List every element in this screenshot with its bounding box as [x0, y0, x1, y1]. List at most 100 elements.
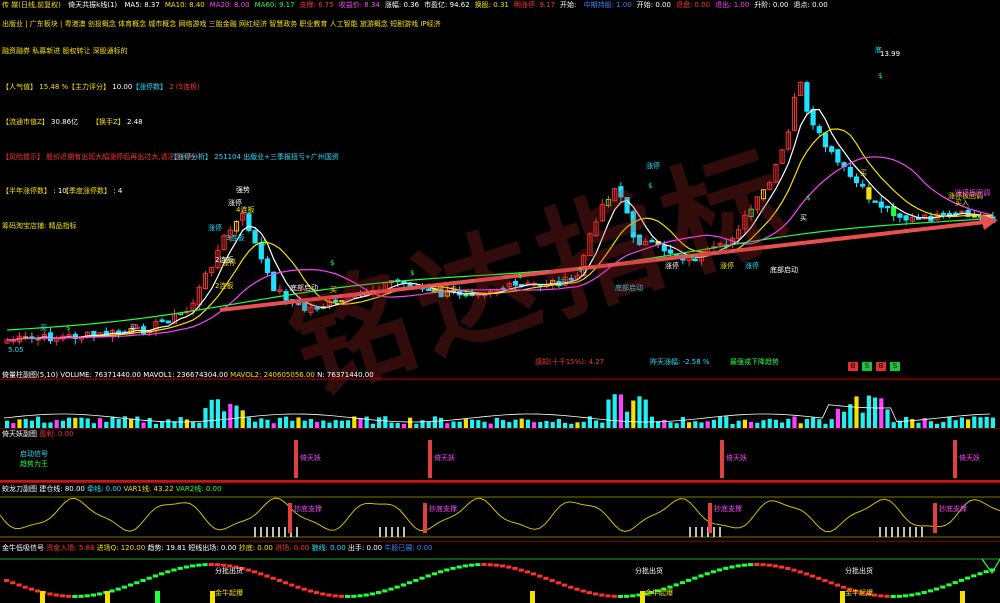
signal-button[interactable]: S	[890, 362, 900, 371]
volume-bar	[463, 419, 468, 428]
yitian-signal-bar	[953, 440, 957, 478]
gold-step	[202, 563, 208, 567]
gold-step	[16, 583, 22, 587]
gold-step	[810, 574, 816, 578]
gold-step	[549, 579, 555, 583]
volume-bar	[79, 417, 84, 428]
gold-step	[462, 564, 468, 568]
gold-step	[431, 572, 437, 576]
float-label: 【流通市值Z】	[2, 118, 49, 126]
volume-bar	[538, 422, 543, 428]
indicator-value: 中期持股: 1.00	[583, 1, 632, 9]
volume-bar	[153, 423, 158, 428]
gold-step	[562, 583, 568, 587]
gold-step	[723, 566, 729, 570]
volume-bar	[234, 405, 239, 428]
dollar-marker-icon: $	[878, 72, 882, 80]
volume-bar	[550, 421, 555, 428]
volume-bar	[792, 416, 797, 428]
volume-bar	[749, 422, 754, 428]
gold-step	[78, 594, 84, 598]
chart-tag: 买	[800, 214, 807, 222]
volume-bar	[959, 417, 964, 428]
candle-body	[246, 213, 252, 231]
volume-chart[interactable]	[0, 382, 1000, 428]
gold-step	[630, 594, 636, 598]
gold-step	[704, 572, 710, 576]
candle-body	[897, 213, 903, 218]
gold-step	[611, 594, 617, 598]
volume-bar	[625, 411, 630, 428]
gold-step	[493, 563, 499, 567]
gold-step	[270, 576, 276, 580]
gold-step	[586, 591, 592, 595]
gold-step	[673, 583, 679, 587]
volume-bar	[935, 423, 940, 428]
volume-bar	[191, 421, 196, 428]
volume-bar	[755, 422, 760, 428]
volume-bar	[426, 421, 431, 428]
signal-button[interactable]: S	[862, 362, 872, 371]
volume-bar	[401, 423, 406, 428]
gold-chart[interactable]: 分批出货金牛起爆 分批出货金牛起爆 分批出货金牛起爆	[0, 551, 1000, 603]
gold-step	[84, 594, 90, 598]
volume-bar	[711, 419, 716, 428]
main-score-label: 【主力评分】	[68, 83, 110, 91]
gold-step	[921, 591, 927, 595]
volume-bar	[637, 396, 642, 428]
gold-step	[779, 565, 785, 569]
bottom-left-stat: 感知(十千15%): 4.27	[535, 358, 605, 366]
gold-step	[314, 591, 320, 595]
gold-step	[624, 594, 630, 598]
chart-tag: 买	[130, 324, 137, 332]
gold-step	[717, 568, 723, 572]
yitian-chart[interactable]: 倚天妖 倚天妖 倚天妖 倚天妖	[0, 430, 1000, 482]
volume-bar	[978, 417, 983, 428]
gold-step	[165, 570, 171, 574]
gold-step	[785, 566, 791, 570]
volume-bar	[451, 421, 456, 428]
volume-panel-title[interactable]: 倚量柱副图(5,10)	[2, 371, 58, 379]
gold-step	[307, 589, 313, 593]
signal-button[interactable]: B	[848, 362, 858, 371]
volume-bar	[953, 420, 958, 428]
volume-bar	[110, 416, 115, 428]
turnover-row: 【换手Z】 2.48	[92, 118, 143, 127]
indicator-value: 市盈亿: 94.62	[424, 1, 470, 9]
chart-tag: 强势	[236, 185, 250, 194]
stock-label[interactable]: 传 媒(日线,前复权)	[2, 1, 61, 9]
gold-step	[115, 587, 121, 591]
volume-bar	[581, 421, 586, 428]
dragon-tag: 抄底支撑	[939, 504, 967, 513]
gold-step	[152, 574, 158, 578]
volume-bar	[439, 417, 444, 428]
gold-step	[531, 572, 537, 576]
turnover-value: 2.48	[127, 118, 143, 126]
dragon-signal-bar	[423, 503, 427, 533]
gold-step	[357, 594, 363, 598]
signal-button[interactable]: B	[876, 362, 886, 371]
yitian-tag: 倚天妖	[434, 453, 455, 462]
volume-bar	[556, 419, 561, 428]
gold-step	[878, 594, 884, 598]
dragon-chart[interactable]: 抄底支撑 抄底支撑 抄底支撑 抄底支撑	[0, 485, 1000, 541]
indicator-name[interactable]: 倚天共振k线(1)	[68, 1, 117, 9]
gold-step	[283, 581, 289, 585]
gold-step	[537, 574, 543, 578]
volume-bar	[563, 422, 568, 428]
indicator-value: 换股: 0.31	[474, 1, 509, 9]
volume-bar	[798, 423, 803, 428]
separator	[0, 482, 1000, 483]
gold-step	[983, 570, 989, 574]
volume-bar	[674, 423, 679, 428]
gold-step	[425, 574, 431, 578]
volume-bar	[891, 422, 896, 428]
volume-bar	[470, 419, 475, 428]
gold-tag: 分批出货	[635, 566, 663, 575]
gold-step	[345, 594, 351, 598]
volume-bar	[60, 420, 65, 428]
candle-body	[91, 330, 97, 336]
volume-bar	[445, 423, 450, 428]
gold-yellow-bar	[105, 591, 110, 603]
limit-row: 【涨停数】 2 (5连板)	[132, 83, 200, 92]
